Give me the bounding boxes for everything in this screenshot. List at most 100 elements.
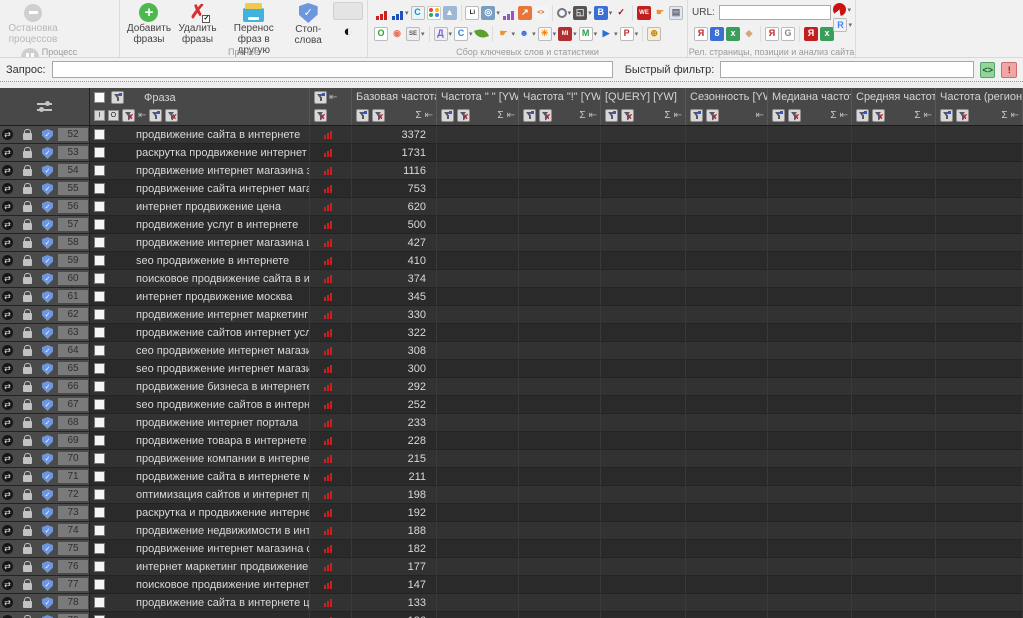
pin-column-icon[interactable]: ⇤ [138, 110, 146, 121]
phrase-cell[interactable]: seo продвижение сайтов в интернете [90, 396, 310, 414]
row-transfer-icon[interactable]: ⇄ [2, 309, 13, 320]
query-input[interactable] [51, 61, 613, 78]
eraser-icon[interactable]: ◆ [742, 27, 756, 41]
row-transfer-icon[interactable]: ⇄ [2, 543, 13, 554]
row-checkbox[interactable] [94, 471, 105, 482]
row-shield-icon[interactable]: ✓ [42, 327, 53, 339]
export-xls-icon[interactable]: x [726, 26, 740, 41]
row-settings-icon[interactable] [37, 101, 53, 112]
sum-icon[interactable]: Σ [830, 110, 836, 121]
row-transfer-icon[interactable]: ⇄ [2, 237, 13, 248]
phrase-cell[interactable]: продвижение интернет магазина стоимость [90, 540, 310, 558]
phrase-cell[interactable]: оптимизация сайтов и интернет продвижени… [90, 486, 310, 504]
phrase-cell[interactable]: продвижение недвижимости в интернете [90, 522, 310, 540]
phrase-cell[interactable]: продвижение услуг в интернете [90, 216, 310, 234]
r-service-icon-dropdown[interactable]: ▾ [848, 21, 852, 29]
row-shield-icon[interactable]: ✓ [42, 273, 53, 285]
move-phrases-button[interactable]: Перенос фраз в другую группу [221, 2, 286, 57]
select-all-checkbox[interactable] [94, 92, 105, 103]
row-checkbox[interactable] [94, 147, 105, 158]
row-lock-icon[interactable] [23, 453, 32, 464]
row-lock-icon[interactable] [23, 219, 32, 230]
filter-clear-icon[interactable]: ✗ [872, 109, 885, 122]
pin-column-icon[interactable]: ⇤ [924, 110, 932, 121]
row-transfer-icon[interactable]: ⇄ [2, 597, 13, 608]
webeffector-icon[interactable]: WE [637, 5, 652, 20]
row-lock-icon[interactable] [23, 561, 32, 572]
row-checkbox[interactable] [94, 129, 105, 140]
liveinternet-icon[interactable]: Li [465, 5, 480, 20]
phrase-cell[interactable]: продвижение сайта в интернете москва [90, 468, 310, 486]
table-row[interactable]: ⇄ ✓ 77 поисковое продвижение интернет магаз… [0, 576, 1023, 594]
table-row[interactable]: ⇄ ✓ 60 поисковое продвижение сайта в интерн… [0, 270, 1023, 288]
row-checkbox[interactable] [94, 183, 105, 194]
refresh-c-icon[interactable]: C [454, 26, 469, 41]
row-checkbox[interactable] [94, 543, 105, 554]
filter-edit-icon[interactable] [441, 109, 454, 122]
row-transfer-icon[interactable]: ⇄ [2, 165, 13, 176]
column-header[interactable]: [QUERY] [YW] ✗ Σ ⇤ [601, 88, 686, 125]
row-checkbox[interactable] [94, 453, 105, 464]
row-checkbox[interactable] [94, 579, 105, 590]
row-lock-icon[interactable] [23, 291, 32, 302]
phrase-cell[interactable]: seo продвижение в интернете [90, 252, 310, 270]
pin-column-icon[interactable]: ⇤ [674, 110, 682, 121]
column-title[interactable]: Базовая частота [356, 91, 436, 103]
filter-edit-icon[interactable] [772, 109, 785, 122]
row-transfer-icon[interactable]: ⇄ [2, 129, 13, 140]
row-checkbox[interactable] [94, 165, 105, 176]
row-checkbox[interactable] [94, 309, 105, 320]
row-checkbox[interactable] [94, 327, 105, 338]
quick-filter-input[interactable] [720, 61, 974, 78]
column-header[interactable]: Частота "!" [YW] ✗ Σ ⇤ [519, 88, 601, 125]
table-row[interactable]: ⇄ ✓ 65 seo продвижение интернет магазина 300 [0, 360, 1023, 378]
filter-edit-icon[interactable] [690, 109, 703, 122]
row-lock-icon[interactable] [23, 255, 32, 266]
row-shield-icon[interactable]: ✓ [42, 237, 53, 249]
column-header[interactable]: Медиана частот ✗ Σ ⇤ [768, 88, 852, 125]
row-shield-icon[interactable]: ✓ [42, 201, 53, 213]
table-row[interactable]: ⇄ ✓ 75 продвижение интернет магазина стоимо… [0, 540, 1023, 558]
row-shield-icon[interactable]: ✓ [42, 165, 53, 177]
phrase-filter-clear-icon[interactable]: ✗ [165, 109, 179, 122]
row-lock-icon[interactable] [23, 507, 32, 518]
phrase-cell[interactable]: продвижение сайтов интернет услуги [90, 324, 310, 342]
table-row[interactable]: ⇄ ✓ 52 продвижение сайта в интернете 3372 [0, 126, 1023, 144]
column-title[interactable]: Средняя частота [856, 91, 935, 103]
phrase-cell[interactable]: продвижение товара в интернете [90, 432, 310, 450]
direct-b-icon-dropdown[interactable]: ▾ [609, 9, 613, 17]
row-checkbox[interactable] [94, 597, 105, 608]
hand-deep-icon-dropdown[interactable]: ▾ [512, 30, 516, 38]
table-row[interactable]: ⇄ ✓ 78 продвижение сайта в интернете цена 13… [0, 594, 1023, 612]
row-lock-icon[interactable] [23, 399, 32, 410]
pin-column-icon[interactable]: ⇤ [425, 110, 433, 121]
wordstat-blue-bars-icon[interactable] [390, 6, 404, 20]
hand-collect-icon[interactable]: ☛ [653, 6, 667, 20]
blue-arrow-icon[interactable]: ▶ [599, 27, 613, 41]
row-shield-icon[interactable]: ✓ [42, 543, 53, 555]
row-checkbox[interactable] [94, 273, 105, 284]
phrase-cell[interactable]: продвижение интернет магазина заказать [90, 162, 310, 180]
row-transfer-icon[interactable]: ⇄ [2, 363, 13, 374]
row-shield-icon[interactable]: ✓ [42, 597, 53, 609]
table-row[interactable]: ⇄ ✓ 70 продвижение компании в интернете 215 [0, 450, 1023, 468]
row-transfer-icon[interactable]: ⇄ [2, 471, 13, 482]
filter-clear-icon[interactable]: ✗ [122, 109, 135, 122]
sum-icon[interactable]: Σ [497, 110, 503, 121]
row-lock-icon[interactable] [23, 345, 32, 356]
row-lock-icon[interactable] [23, 435, 32, 446]
r-service-icon[interactable]: R [833, 18, 848, 32]
row-transfer-icon[interactable]: ⇄ [2, 507, 13, 518]
row-checkbox[interactable] [94, 291, 105, 302]
row-shield-icon[interactable]: ✓ [42, 399, 53, 411]
table-row[interactable]: ⇄ ✓ 55 продвижение сайта интернет магазина 7… [0, 180, 1023, 198]
table-row[interactable]: ⇄ ✓ 62 продвижение интернет маркетинг 330 [0, 306, 1023, 324]
column-header[interactable]: Сезонность [YW ✗ ⇤ [686, 88, 768, 125]
validate-check-icon[interactable]: ✓ [614, 5, 629, 20]
row-shield-icon[interactable]: ✓ [42, 579, 53, 591]
pacman-share-icon[interactable] [833, 3, 847, 16]
pin-column-icon[interactable]: ⇤ [840, 110, 848, 121]
table-row[interactable]: ⇄ ✓ 64 сео продвижение интернет магазина 308 [0, 342, 1023, 360]
screenshot-icon-dropdown[interactable]: ▾ [588, 9, 592, 17]
row-checkbox[interactable] [94, 417, 105, 428]
